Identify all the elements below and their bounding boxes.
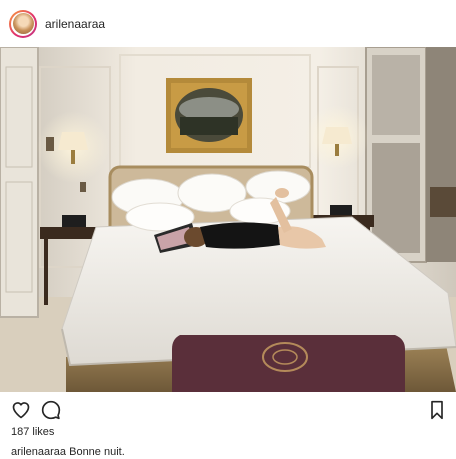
post-photo[interactable] [0,47,456,392]
caption-text: Bonne nuit. [69,446,125,458]
post-caption: arilenaaraa Bonne nuit. [11,446,125,458]
like-count[interactable]: 187 likes [11,426,54,438]
post-username[interactable]: arilenaaraa [45,17,105,31]
post-actions [0,396,456,424]
heart-icon[interactable] [11,400,31,420]
avatar[interactable] [9,9,37,38]
post-header: arilenaaraa [0,0,456,47]
comment-icon[interactable] [41,400,61,420]
caption-username[interactable]: arilenaaraa [11,446,66,458]
bedroom-photo-illustration [0,47,456,392]
bookmark-icon[interactable] [428,400,446,420]
